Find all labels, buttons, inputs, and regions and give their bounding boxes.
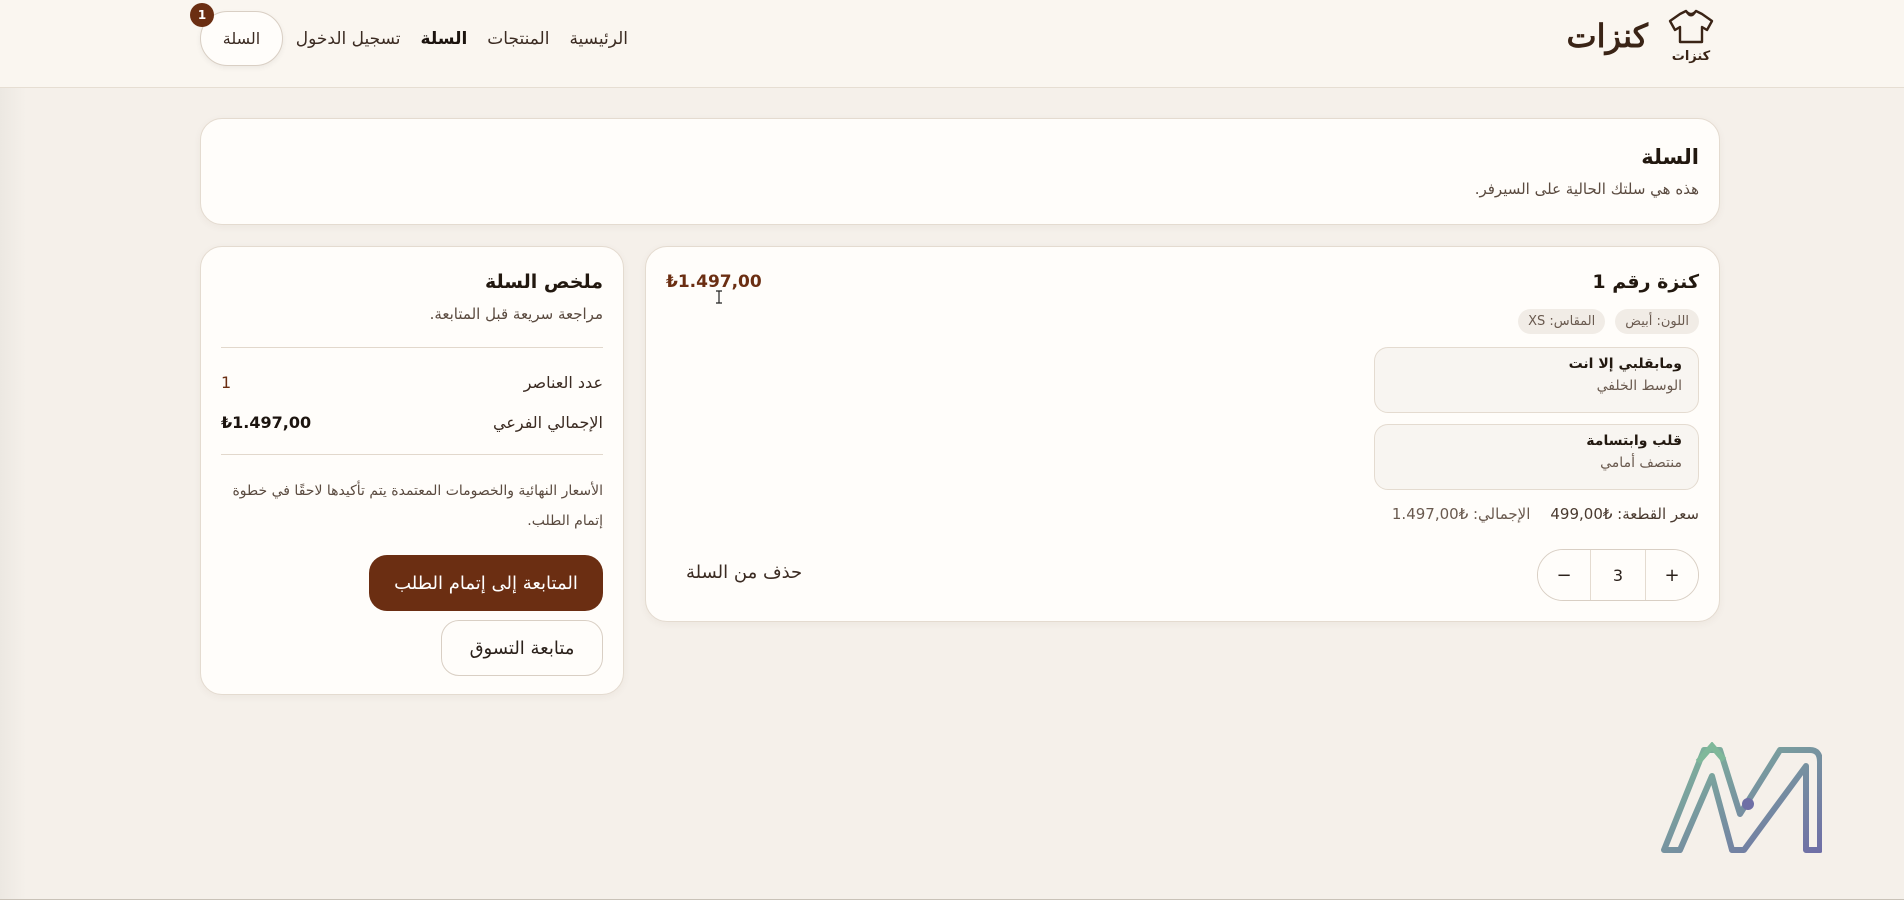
m-logo-icon: [1661, 742, 1822, 853]
item-price: ₺1.497,00: [666, 272, 762, 292]
remove-from-cart-button[interactable]: حذف من السلة: [686, 562, 802, 583]
site-header: كنزات كنزات الرئيسية المنتجات السلة تسجي…: [0, 0, 1904, 88]
page-title: السلة: [1641, 145, 1699, 169]
nav-cart[interactable]: السلة: [421, 29, 468, 49]
divider: [221, 347, 603, 348]
subtotal-value: ₺1.497,00: [221, 413, 312, 432]
subtotal-row: الإجمالي الفرعي ₺1.497,00: [221, 413, 603, 432]
cart-item-card: كنزة رقم 1 ₺1.497,00 اللون: أبيض المقاس:…: [645, 246, 1720, 622]
pricing-note: الأسعار النهائية والخصومات المعتمدة يتم …: [232, 483, 603, 529]
design-name: ومابقلبي إلا انت: [1568, 356, 1682, 372]
brand[interactable]: كنزات كنزات: [1566, 8, 1716, 64]
color-chip: اللون: أبيض: [1615, 309, 1699, 334]
quantity-stepper: − 3 +: [1537, 549, 1699, 601]
design-position: منتصف أمامي: [1600, 455, 1682, 471]
page-title-card: السلة هذه هي سلتك الحالية على السيرفر.: [200, 118, 1720, 225]
nav-login[interactable]: تسجيل الدخول: [296, 29, 401, 49]
decrease-quantity-button[interactable]: −: [1538, 550, 1590, 600]
logo-text: كنزات: [1672, 49, 1711, 64]
nav-home[interactable]: الرئيسية: [569, 29, 628, 49]
checkout-button[interactable]: المتابعة إلى إتمام الطلب: [369, 555, 603, 611]
divider: [221, 454, 603, 455]
quantity-value[interactable]: 3: [1590, 550, 1646, 600]
design-name: قلب وابتسامة: [1586, 433, 1682, 449]
price-line: سعر القطعة: ₺499,00 الإجمالي: ₺1.497,00: [1392, 505, 1699, 523]
increase-quantity-button[interactable]: +: [1646, 550, 1698, 600]
nav-products[interactable]: المنتجات: [487, 29, 549, 49]
items-count-label: عدد العناصر: [523, 373, 603, 392]
design-box: قلب وابتسامة منتصف أمامي: [1374, 424, 1699, 490]
size-chip: المقاس: XS: [1518, 309, 1606, 334]
continue-shopping-button[interactable]: متابعة التسوق: [441, 620, 603, 676]
page-subtitle: هذه هي سلتك الحالية على السيرفر.: [1474, 180, 1699, 198]
cart-summary-card: ملخص السلة مراجعة سريعة قبل المتابعة. عد…: [200, 246, 624, 695]
unit-price: سعر القطعة: ₺499,00: [1550, 505, 1699, 523]
sweater-icon: كنزات: [1668, 9, 1714, 64]
design-position: الوسط الخلفي: [1596, 378, 1682, 394]
item-name: كنزة رقم 1: [1592, 271, 1699, 293]
items-count-value: 1: [221, 373, 232, 392]
summary-subtitle: مراجعة سريعة قبل المتابعة.: [429, 305, 603, 323]
cart-count-badge: 1: [190, 3, 214, 27]
line-total: الإجمالي: ₺1.497,00: [1391, 505, 1531, 523]
item-attributes: اللون: أبيض المقاس: XS: [1518, 309, 1699, 334]
brand-name: كنزات: [1566, 17, 1648, 55]
main-nav: الرئيسية المنتجات السلة تسجيل الدخول: [296, 27, 628, 51]
subtotal-label: الإجمالي الفرعي: [492, 413, 603, 432]
design-box: ومابقلبي إلا انت الوسط الخلفي: [1374, 347, 1699, 413]
summary-title: ملخص السلة: [484, 271, 603, 293]
left-shade: [0, 0, 26, 900]
text-cursor-icon: [716, 290, 722, 304]
items-count-row: عدد العناصر 1: [221, 373, 603, 392]
